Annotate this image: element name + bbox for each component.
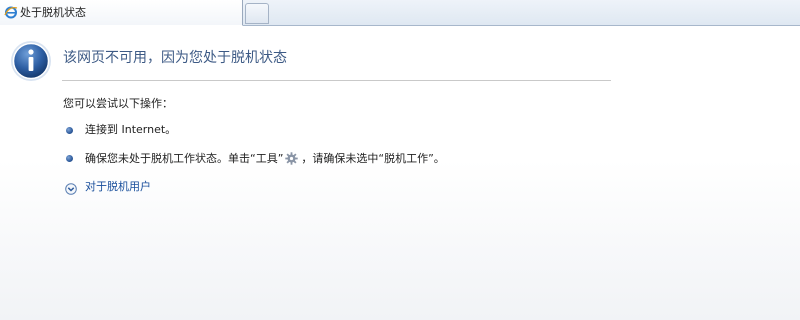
info-icon [11, 41, 51, 81]
tab-offline[interactable]: 处于脱机状态 [0, 0, 243, 26]
bullet-icon [66, 155, 73, 162]
bullet-icon [66, 127, 73, 134]
list-item: 确保您未处于脱机工作状态。单击“工具” ，请确保未选中“脱机工作”。 [85, 152, 445, 166]
intro-text: 您可以尝试以下操作： [63, 97, 173, 110]
tab-title: 处于脱机状态 [20, 6, 86, 19]
offline-users-link[interactable]: 对于脱机用户 [85, 180, 151, 194]
ie-page-icon [4, 6, 18, 19]
item-text-before: 确保您未处于脱机工作状态。单击“工具” [85, 152, 284, 165]
tab-strip: 处于脱机状态 [0, 0, 800, 26]
item-text-after: ，请确保未选中“脱机工作”。 [301, 152, 445, 165]
gear-icon [285, 152, 299, 165]
page-title: 该网页不可用，因为您处于脱机状态 [63, 50, 287, 66]
divider [62, 80, 611, 81]
list-item: 连接到 Internet。 [85, 123, 177, 136]
new-tab-button[interactable] [245, 3, 269, 24]
chevron-down-circle-icon[interactable] [65, 183, 77, 195]
